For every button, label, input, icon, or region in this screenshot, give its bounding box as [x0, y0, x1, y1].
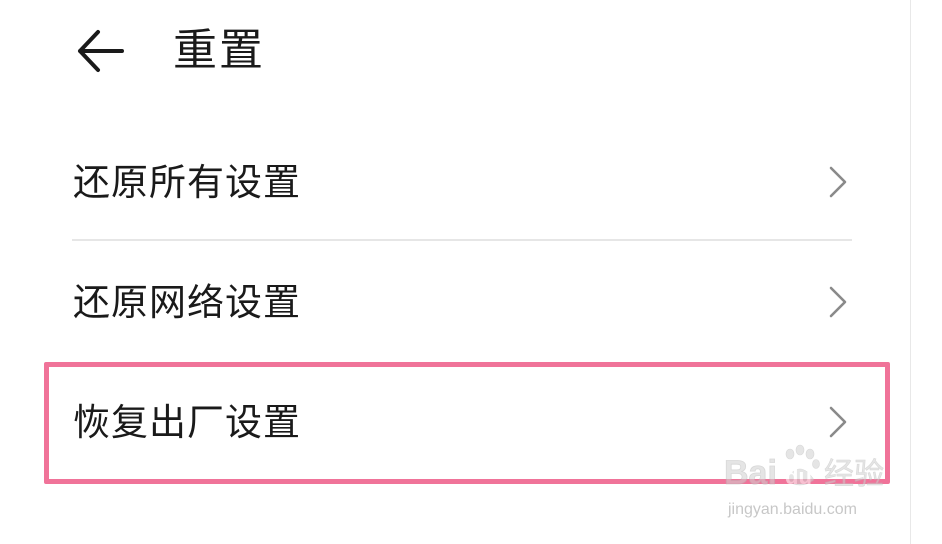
screen-edge [910, 0, 911, 544]
list-divider [72, 239, 852, 241]
baidu-logo-icon: Bai du 经验 [724, 444, 884, 492]
page-header: 重置 [0, 0, 900, 110]
reset-settings-screen: 重置 还原所有设置 还原网络设置 恢复出厂设置 Bai du 经验 jingya… [0, 0, 942, 544]
reset-network-settings-label: 还原网络设置 [73, 281, 301, 324]
watermark-url: jingyan.baidu.com [728, 501, 857, 518]
chevron-right-icon [822, 162, 852, 202]
svg-text:经验: 经验 [824, 457, 884, 492]
reset-all-settings-item[interactable]: 还原所有设置 [0, 126, 900, 238]
chevron-right-icon [822, 282, 852, 322]
arrow-left-icon [72, 26, 128, 76]
svg-text:Bai: Bai [724, 454, 777, 492]
svg-text:du: du [785, 464, 812, 489]
baidu-jingyan-watermark: Bai du 经验 jingyan.baidu.com [722, 440, 900, 524]
page-title: 重置 [173, 25, 265, 76]
reset-network-settings-item[interactable]: 还原网络设置 [0, 246, 900, 358]
back-button[interactable] [72, 26, 128, 76]
reset-all-settings-label: 还原所有设置 [73, 161, 301, 204]
chevron-right-icon [822, 402, 852, 442]
factory-reset-label: 恢复出厂设置 [73, 401, 301, 444]
